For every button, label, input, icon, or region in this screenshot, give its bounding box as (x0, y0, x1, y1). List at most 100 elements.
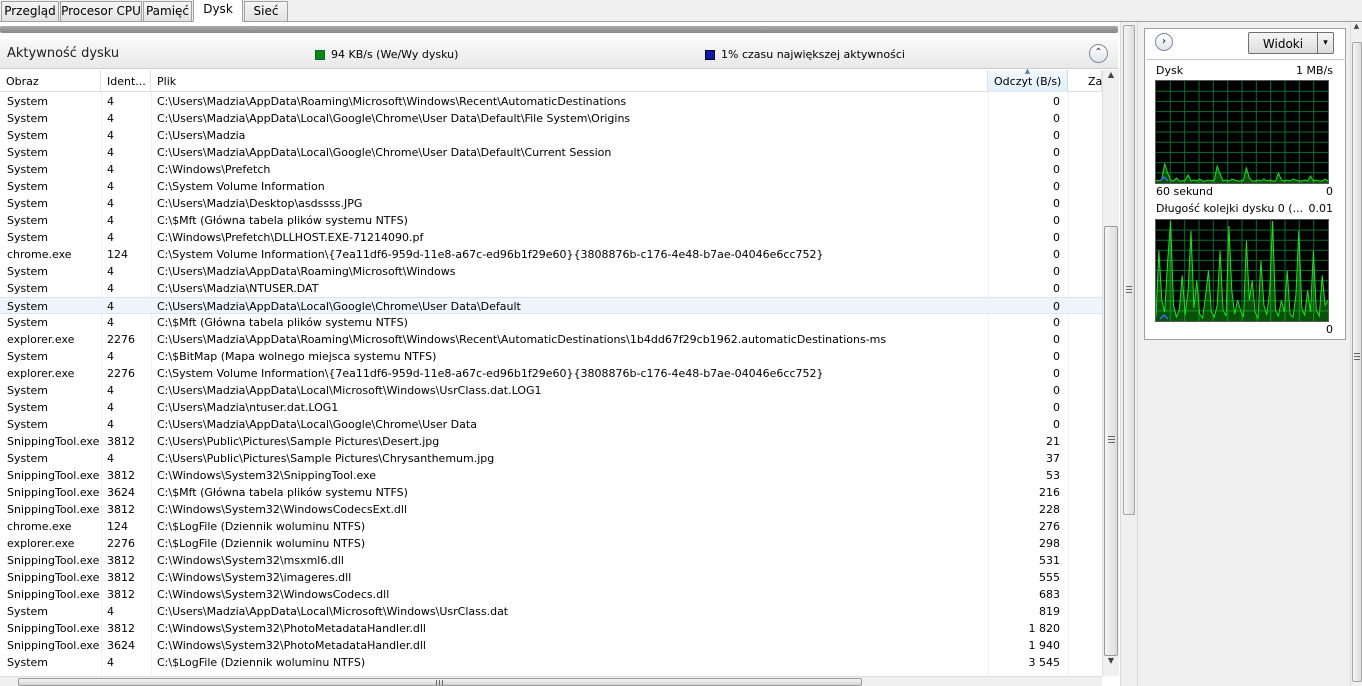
cell-ident: 3624 (107, 639, 135, 652)
cell-ident: 4 (107, 146, 114, 159)
cell-obraz: SnippingTool.exe (7, 554, 100, 567)
table-row[interactable]: System 4 C:\Users\Madzia\AppData\Local\Goo… (0, 144, 1102, 161)
cell-ident: 4 (107, 95, 114, 108)
cell-ident: 3812 (107, 571, 135, 584)
table-row[interactable]: SnippingTool.exe 3812 C:\Windows\System32\… (0, 501, 1102, 518)
cell-plik: C:\Windows\System32\msxml6.dll (157, 554, 344, 567)
table-row[interactable]: System 4 C:\$BitMap (Mapa wolnego miejsca … (0, 348, 1102, 365)
table-row[interactable]: SnippingTool.exe 3624 C:\Windows\System32\… (0, 637, 1102, 654)
table-vertical-scroll-thumb[interactable] (1104, 226, 1118, 656)
table-row[interactable]: System 4 C:\Users\Madzia\AppData\Local\Mic… (0, 603, 1102, 620)
table-row[interactable]: System 4 C:\Users\Madzia\ntuser.dat.LOG1 0 (0, 399, 1102, 416)
panel-splitter-scrollbar[interactable] (1120, 22, 1138, 686)
sidebar-scroll-thumb[interactable] (1352, 42, 1362, 682)
cell-ident: 4 (107, 180, 114, 193)
table-row[interactable]: System 4 C:\Users\Madzia\AppData\Local\Goo… (0, 297, 1102, 314)
table-row[interactable]: SnippingTool.exe 3812 C:\Windows\System32\… (0, 569, 1102, 586)
table-row[interactable]: chrome.exe 124 C:\System Volume Informatio… (0, 246, 1102, 263)
table-row[interactable]: System 4 C:\Users\Madzia\Desktop\asdssss.J… (0, 195, 1102, 212)
table-row[interactable]: SnippingTool.exe 3812 C:\Windows\System32\… (0, 620, 1102, 637)
cell-odczyt: 0 (1053, 300, 1060, 313)
table-row[interactable]: System 4 C:\$Mft (Główna tabela plików sys… (0, 212, 1102, 229)
cell-plik: C:\Windows\System32\imageres.dll (157, 571, 352, 584)
cell-odczyt: 0 (1053, 350, 1060, 363)
table-row[interactable]: SnippingTool.exe 3624 C:\$Mft (Główna tabe… (0, 484, 1102, 501)
table-horizontal-scrollbar[interactable] (0, 676, 1102, 686)
top-collapsed-section-strip[interactable] (0, 26, 1118, 33)
queue-graph-canvas (1156, 220, 1328, 321)
table-row[interactable]: System 4 C:\Users\Madzia\AppData\Local\Goo… (0, 416, 1102, 433)
table-row[interactable]: SnippingTool.exe 3812 C:\Windows\System32\… (0, 552, 1102, 569)
table-row[interactable]: System 4 C:\Windows\Prefetch 0 (0, 161, 1102, 178)
splitter-thumb[interactable] (1123, 25, 1135, 515)
table-row[interactable]: SnippingTool.exe 3812 C:\Users\Public\Pict… (0, 433, 1102, 450)
cell-ident: 4 (107, 197, 114, 210)
cell-obraz: chrome.exe (7, 248, 72, 261)
table-row[interactable]: System 4 C:\Users\Madzia\AppData\Local\Goo… (0, 110, 1102, 127)
disk-activity-panel: Aktywność dysku 94 KB/s (We/Wy dysku) 1%… (0, 22, 1120, 686)
cell-ident: 4 (107, 350, 114, 363)
cell-odczyt: 819 (1039, 605, 1060, 618)
scroll-up-icon[interactable]: ▲ (1351, 22, 1362, 39)
cell-ident: 4 (107, 656, 114, 669)
expand-arrow-icon[interactable]: › (1155, 33, 1173, 51)
table-row[interactable]: System 4 C:\$Mft (Główna tabela plików sys… (0, 314, 1102, 331)
cell-plik: C:\Users\Madzia\AppData\Roaming\Microsof… (157, 265, 456, 278)
cell-obraz: SnippingTool.exe (7, 571, 100, 584)
tab-procesor-cpu[interactable]: Procesor CPU (60, 1, 142, 21)
table-row[interactable]: System 4 C:\Windows\Prefetch\DLLHOST.EXE-7… (0, 229, 1102, 246)
cell-obraz: System (7, 112, 49, 125)
column-header-obraz[interactable]: Obraz (0, 70, 101, 92)
table-row[interactable]: System 4 C:\Users\Public\Pictures\Sample P… (0, 450, 1102, 467)
column-header-zapis[interactable]: Za (1068, 70, 1102, 92)
table-row[interactable]: System 4 C:\Users\Madzia\NTUSER.DAT 0 (0, 280, 1102, 297)
cell-ident: 2276 (107, 537, 135, 550)
table-row[interactable]: chrome.exe 124 C:\$LogFile (Dziennik wolum… (0, 518, 1102, 535)
cell-obraz: System (7, 282, 49, 295)
column-header-ident[interactable]: Ident... (101, 70, 151, 92)
cell-obraz: System (7, 265, 49, 278)
cell-obraz: SnippingTool.exe (7, 486, 100, 499)
cell-obraz: System (7, 163, 49, 176)
queue-graph-title: Długość kolejki dysku 0 (... (1156, 202, 1304, 215)
column-header-row: Obraz Ident... Plik ▲ Odczyt (B/s) Za (0, 67, 1102, 92)
collapse-section-icon[interactable]: ⌃ (1089, 44, 1108, 63)
table-vertical-scrollbar[interactable]: ▲ ▼ (1102, 70, 1119, 676)
section-header[interactable]: Aktywność dysku 94 KB/s (We/Wy dysku) 1%… (0, 39, 1118, 69)
disk-graph-timespan: 60 sekund (1156, 185, 1213, 198)
cell-odczyt: 228 (1039, 503, 1060, 516)
cell-plik: C:\$BitMap (Mapa wolnego miejsca systemu… (157, 350, 437, 363)
views-button[interactable]: Widoki ▾ (1248, 32, 1334, 54)
table-row[interactable]: explorer.exe 2276 C:\Users\Madzia\AppData\… (0, 331, 1102, 348)
table-row[interactable]: SnippingTool.exe 3812 C:\Windows\System32\… (0, 586, 1102, 603)
cell-obraz: System (7, 300, 49, 313)
tab-siec[interactable]: Sieć (244, 1, 288, 21)
column-header-plik[interactable]: Plik (151, 70, 988, 92)
tab-przeglad[interactable]: Przegląd (1, 1, 59, 21)
table-row[interactable]: System 4 C:\Users\Madzia 0 (0, 127, 1102, 144)
table-row[interactable]: SnippingTool.exe 3812 C:\Windows\System32\… (0, 467, 1102, 484)
table-row[interactable]: System 4 C:\Users\Madzia\AppData\Roaming\M… (0, 263, 1102, 280)
cell-ident: 3812 (107, 435, 135, 448)
tab-dysk[interactable]: Dysk (193, 0, 243, 22)
cell-odczyt: 0 (1053, 418, 1060, 431)
cell-odczyt: 0 (1053, 333, 1060, 346)
sidebar-vertical-scrollbar[interactable]: ▲ (1350, 22, 1362, 686)
table-row[interactable]: System 4 C:\$LogFile (Dziennik woluminu NT… (0, 654, 1102, 671)
column-header-odczyt[interactable]: ▲ Odczyt (B/s) (988, 67, 1068, 92)
scroll-up-icon[interactable]: ▲ (1103, 70, 1119, 87)
chevron-down-icon[interactable]: ▾ (1317, 33, 1333, 53)
table-horizontal-scroll-thumb[interactable] (18, 678, 862, 686)
scroll-down-icon[interactable]: ▼ (1103, 656, 1119, 673)
table-row[interactable]: explorer.exe 2276 C:\$LogFile (Dziennik wo… (0, 535, 1102, 552)
table-row[interactable]: System 4 C:\Users\Madzia\AppData\Roaming\M… (0, 93, 1102, 110)
cell-odczyt: 531 (1039, 554, 1060, 567)
table-row[interactable]: explorer.exe 2276 C:\System Volume Informa… (0, 365, 1102, 382)
table-row[interactable]: System 4 C:\Users\Madzia\AppData\Local\Mic… (0, 382, 1102, 399)
cell-ident: 4 (107, 214, 114, 227)
table-row[interactable]: System 4 C:\System Volume Information 0 (0, 178, 1102, 195)
tab-pamiec[interactable]: Pamięć (143, 1, 192, 21)
cell-obraz: System (7, 316, 49, 329)
tab-bar: Przegląd Procesor CPU Pamięć Sieć Dysk (0, 0, 1362, 22)
cell-odczyt: 0 (1053, 384, 1060, 397)
